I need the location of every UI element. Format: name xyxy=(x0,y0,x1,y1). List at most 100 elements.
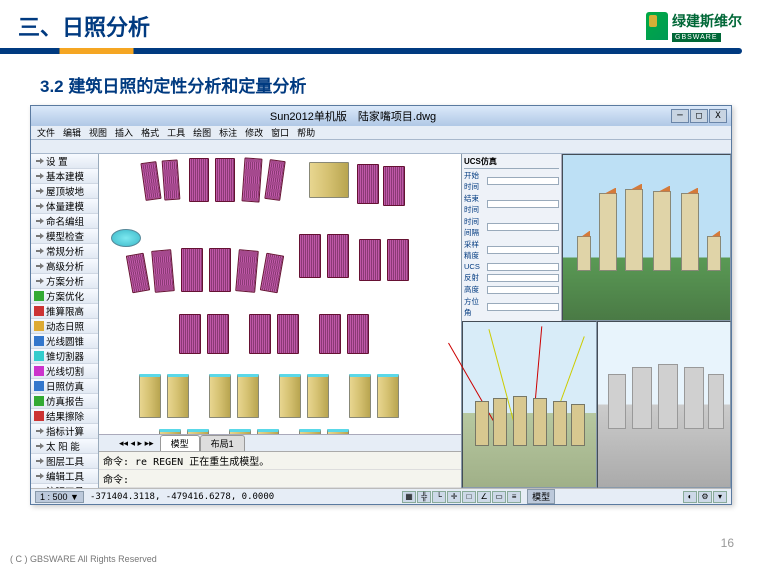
drawing-canvas[interactable] xyxy=(99,154,461,435)
palette-指标计算[interactable]: 指标计算 xyxy=(31,424,98,439)
palette-屋顶坡地[interactable]: 屋顶坡地 xyxy=(31,184,98,199)
palette-太 阳 能[interactable]: 太 阳 能 xyxy=(31,439,98,454)
3d-view-top[interactable] xyxy=(562,154,731,321)
palette-结果擦除[interactable]: 结果擦除 xyxy=(31,409,98,424)
palette-label: 光线切割 xyxy=(46,364,84,378)
palette-label: 仿真报告 xyxy=(46,394,84,408)
palette-常规分析[interactable]: 常规分析 xyxy=(31,244,98,259)
gray-building xyxy=(658,364,678,429)
palette-命名编组[interactable]: 命名编组 xyxy=(31,214,98,229)
palette-图层工具[interactable]: 图层工具 xyxy=(31,454,98,469)
palette-体量建模[interactable]: 体量建模 xyxy=(31,199,98,214)
gray-building xyxy=(608,374,626,429)
form-input[interactable] xyxy=(487,263,559,271)
tab-model[interactable]: 模型 xyxy=(160,435,200,451)
status-scale[interactable]: 1 : 500 ▼ xyxy=(35,491,84,503)
window-title: Sun2012单机版 陆家嘴项目.dwg xyxy=(39,108,667,124)
menu-item[interactable]: 文件 xyxy=(37,126,55,139)
palette-光线切割[interactable]: 光线切割 xyxy=(31,364,98,379)
form-label: UCS xyxy=(464,262,486,271)
ortho-toggle[interactable]: └ xyxy=(432,491,446,503)
form-row: 采样精度 xyxy=(464,239,559,261)
grid-toggle[interactable]: ╬ xyxy=(417,491,431,503)
palette-编辑工具[interactable]: 编辑工具 xyxy=(31,469,98,484)
command-prompt[interactable]: 命令: xyxy=(99,470,461,488)
close-button[interactable]: X xyxy=(709,109,727,123)
menu-item[interactable]: 绘图 xyxy=(193,126,211,139)
toolbar-1[interactable] xyxy=(31,140,731,154)
otrack-toggle[interactable]: ∠ xyxy=(477,491,491,503)
palette-icon xyxy=(34,321,44,331)
status-icon[interactable]: ⚙ xyxy=(698,491,712,503)
menu-item[interactable]: 插入 xyxy=(115,126,133,139)
palette-设 置[interactable]: 设 置 xyxy=(31,154,98,169)
palette-方案分析[interactable]: 方案分析 xyxy=(31,274,98,289)
palette-高级分析[interactable]: 高级分析 xyxy=(31,259,98,274)
mini-building xyxy=(553,401,567,446)
form-label: 高度 xyxy=(464,284,486,295)
palette-仿真报告[interactable]: 仿真报告 xyxy=(31,394,98,409)
palette-动态日照[interactable]: 动态日照 xyxy=(31,319,98,334)
palette-icon xyxy=(34,216,44,226)
tab-nav-left[interactable]: ◂◂ ◂ ▸ ▸▸ xyxy=(119,438,154,449)
palette-label: 模型检查 xyxy=(46,229,84,243)
building xyxy=(162,159,181,200)
palette-label: 日照仿真 xyxy=(46,379,84,393)
menu-item[interactable]: 帮助 xyxy=(297,126,315,139)
osnap-toggle[interactable]: □ xyxy=(462,491,476,503)
palette-icon xyxy=(34,471,44,481)
palette-基本建模[interactable]: 基本建模 xyxy=(31,169,98,184)
menu-item[interactable]: 工具 xyxy=(167,126,185,139)
cad-application-window: Sun2012单机版 陆家嘴项目.dwg ─ □ X 文件编辑视图插入格式工具绘… xyxy=(30,105,732,505)
command-area[interactable]: 命令: re REGEN 正在重生成模型。 命令: xyxy=(99,451,461,488)
form-input[interactable] xyxy=(487,200,559,208)
form-input[interactable] xyxy=(487,303,559,311)
palette-方案优化[interactable]: 方案优化 xyxy=(31,289,98,304)
building xyxy=(209,374,231,418)
menu-item[interactable]: 编辑 xyxy=(63,126,81,139)
snap-toggle[interactable]: ▦ xyxy=(402,491,416,503)
form-input[interactable] xyxy=(487,177,559,185)
building xyxy=(159,429,181,435)
form-input[interactable] xyxy=(487,223,559,231)
tab-layout1[interactable]: 布局1 xyxy=(200,435,245,451)
palette-label: 体量建模 xyxy=(46,199,84,213)
form-row: 开始时间 xyxy=(464,170,559,192)
menu-item[interactable]: 修改 xyxy=(245,126,263,139)
logo-sub: GBSWARE xyxy=(672,33,721,42)
building xyxy=(179,314,201,354)
menu-item[interactable]: 窗口 xyxy=(271,126,289,139)
palette-日照仿真[interactable]: 日照仿真 xyxy=(31,379,98,394)
palette-label: 太 阳 能 xyxy=(46,439,80,453)
form-row: 时间间隔 xyxy=(464,216,559,238)
menu-item[interactable]: 视图 xyxy=(89,126,107,139)
palette-锥切割器[interactable]: 锥切割器 xyxy=(31,349,98,364)
palette-光线圆锥[interactable]: 光线圆锥 xyxy=(31,334,98,349)
palette-推算限高[interactable]: 推算限高 xyxy=(31,304,98,319)
palette-icon xyxy=(34,411,44,421)
menu-item[interactable]: 格式 xyxy=(141,126,159,139)
form-input[interactable] xyxy=(487,274,559,282)
minimize-button[interactable]: ─ xyxy=(671,109,689,123)
3d-view-gray[interactable] xyxy=(597,321,732,488)
status-space[interactable]: 模型 xyxy=(527,489,555,504)
building xyxy=(387,239,409,281)
dyn-toggle[interactable]: ▭ xyxy=(492,491,506,503)
palette-label: 设 置 xyxy=(46,154,68,168)
form-label: 开始时间 xyxy=(464,170,486,192)
palette-icon xyxy=(34,291,44,301)
lwt-toggle[interactable]: ≡ xyxy=(507,491,521,503)
status-icon[interactable]: ▾ xyxy=(713,491,727,503)
palette-模型检查[interactable]: 模型检查 xyxy=(31,229,98,244)
status-icon[interactable]: ◐ xyxy=(683,491,697,503)
form-input[interactable] xyxy=(487,286,559,294)
command-history: 命令: re REGEN 正在重生成模型。 xyxy=(99,452,461,470)
maximize-button[interactable]: □ xyxy=(690,109,708,123)
form-label: 反射 xyxy=(464,272,486,283)
polar-toggle[interactable]: ✛ xyxy=(447,491,461,503)
3d-view-rays[interactable] xyxy=(462,321,597,488)
building xyxy=(359,239,381,281)
window-titlebar[interactable]: Sun2012单机版 陆家嘴项目.dwg ─ □ X xyxy=(31,106,731,126)
menu-item[interactable]: 标注 xyxy=(219,126,237,139)
form-input[interactable] xyxy=(487,246,559,254)
